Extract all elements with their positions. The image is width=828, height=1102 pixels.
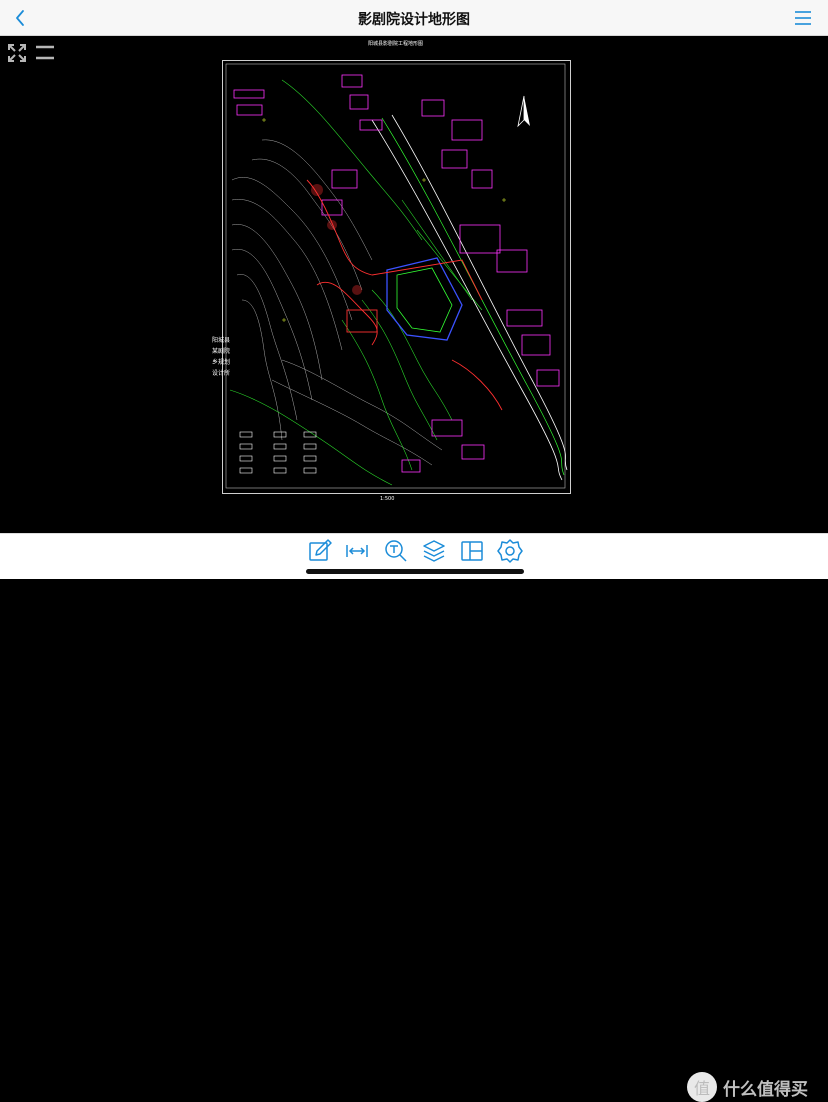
side-note: 阳城县某剧院乡规划设计所 (212, 337, 231, 377)
text-search-icon[interactable] (383, 538, 409, 564)
scale-label: 1:500 (380, 496, 395, 502)
drawing-title: 阳城县影剧院工程地形图 (367, 41, 423, 47)
layers-icon[interactable] (421, 538, 447, 564)
cad-drawing (225, 63, 568, 494)
fullscreen-expand-icon[interactable] (6, 42, 28, 64)
list-toggle-icon[interactable] (35, 44, 55, 62)
top-nav-bar: 影剧院设计地形图 (0, 0, 828, 36)
hamburger-menu-icon[interactable] (794, 10, 812, 26)
measure-distance-icon[interactable] (344, 538, 370, 564)
pen-icon[interactable] (307, 538, 333, 564)
home-indicator[interactable] (306, 569, 524, 574)
watermark-text: 什么值得买 (723, 1079, 808, 1100)
page-title: 影剧院设计地形图 (358, 12, 470, 28)
watermark-badge: 值 (687, 1072, 717, 1102)
north-arrow (517, 95, 530, 128)
watermark: 值 什么值得买 (687, 1072, 808, 1102)
settings-icon[interactable] (497, 538, 523, 564)
split-view-icon[interactable] (459, 538, 485, 564)
